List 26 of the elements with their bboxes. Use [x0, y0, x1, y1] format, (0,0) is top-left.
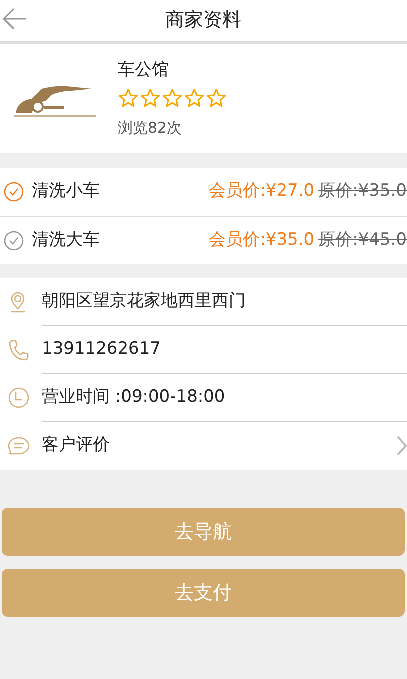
original-price: 原价:¥45.0: [318, 228, 407, 252]
member-price: 会员价:¥35.0: [209, 228, 315, 252]
phone-icon: [8, 339, 30, 361]
view-count: 浏览82次: [118, 118, 184, 138]
service-name: 清洗大车: [32, 228, 101, 252]
check-icon: [4, 182, 24, 202]
member-price: 会员价:¥27.0: [209, 180, 315, 204]
page-title: 商家资料: [166, 8, 242, 34]
shop-name: 车公馆: [118, 59, 170, 82]
star-icon: [206, 88, 227, 108]
info-text: 营业时间 :09:00-18:00: [42, 386, 226, 409]
reviews-link[interactable]: 客户评价: [42, 433, 397, 459]
speech-bubble-icon: [8, 435, 30, 457]
service-name: 清洗小车: [32, 180, 101, 204]
original-price: 原价:¥35.0: [318, 180, 407, 204]
info-text: 13911262617: [42, 338, 162, 361]
clock-icon: [8, 387, 30, 409]
info-text: 朝阳区望京花家地西里西门: [42, 290, 247, 313]
back-button[interactable]: [2, 6, 28, 32]
service-row[interactable]: 清洗大车 会员价:¥35.0 原价:¥45.0: [0, 216, 407, 264]
star-icon: [184, 88, 205, 108]
star-icon: [118, 88, 139, 108]
star-icon: [162, 88, 183, 108]
star-icon: [140, 88, 161, 108]
check-icon: [4, 230, 24, 250]
service-row[interactable]: 清洗小车 会员价:¥27.0 原价:¥35.0: [0, 168, 407, 216]
